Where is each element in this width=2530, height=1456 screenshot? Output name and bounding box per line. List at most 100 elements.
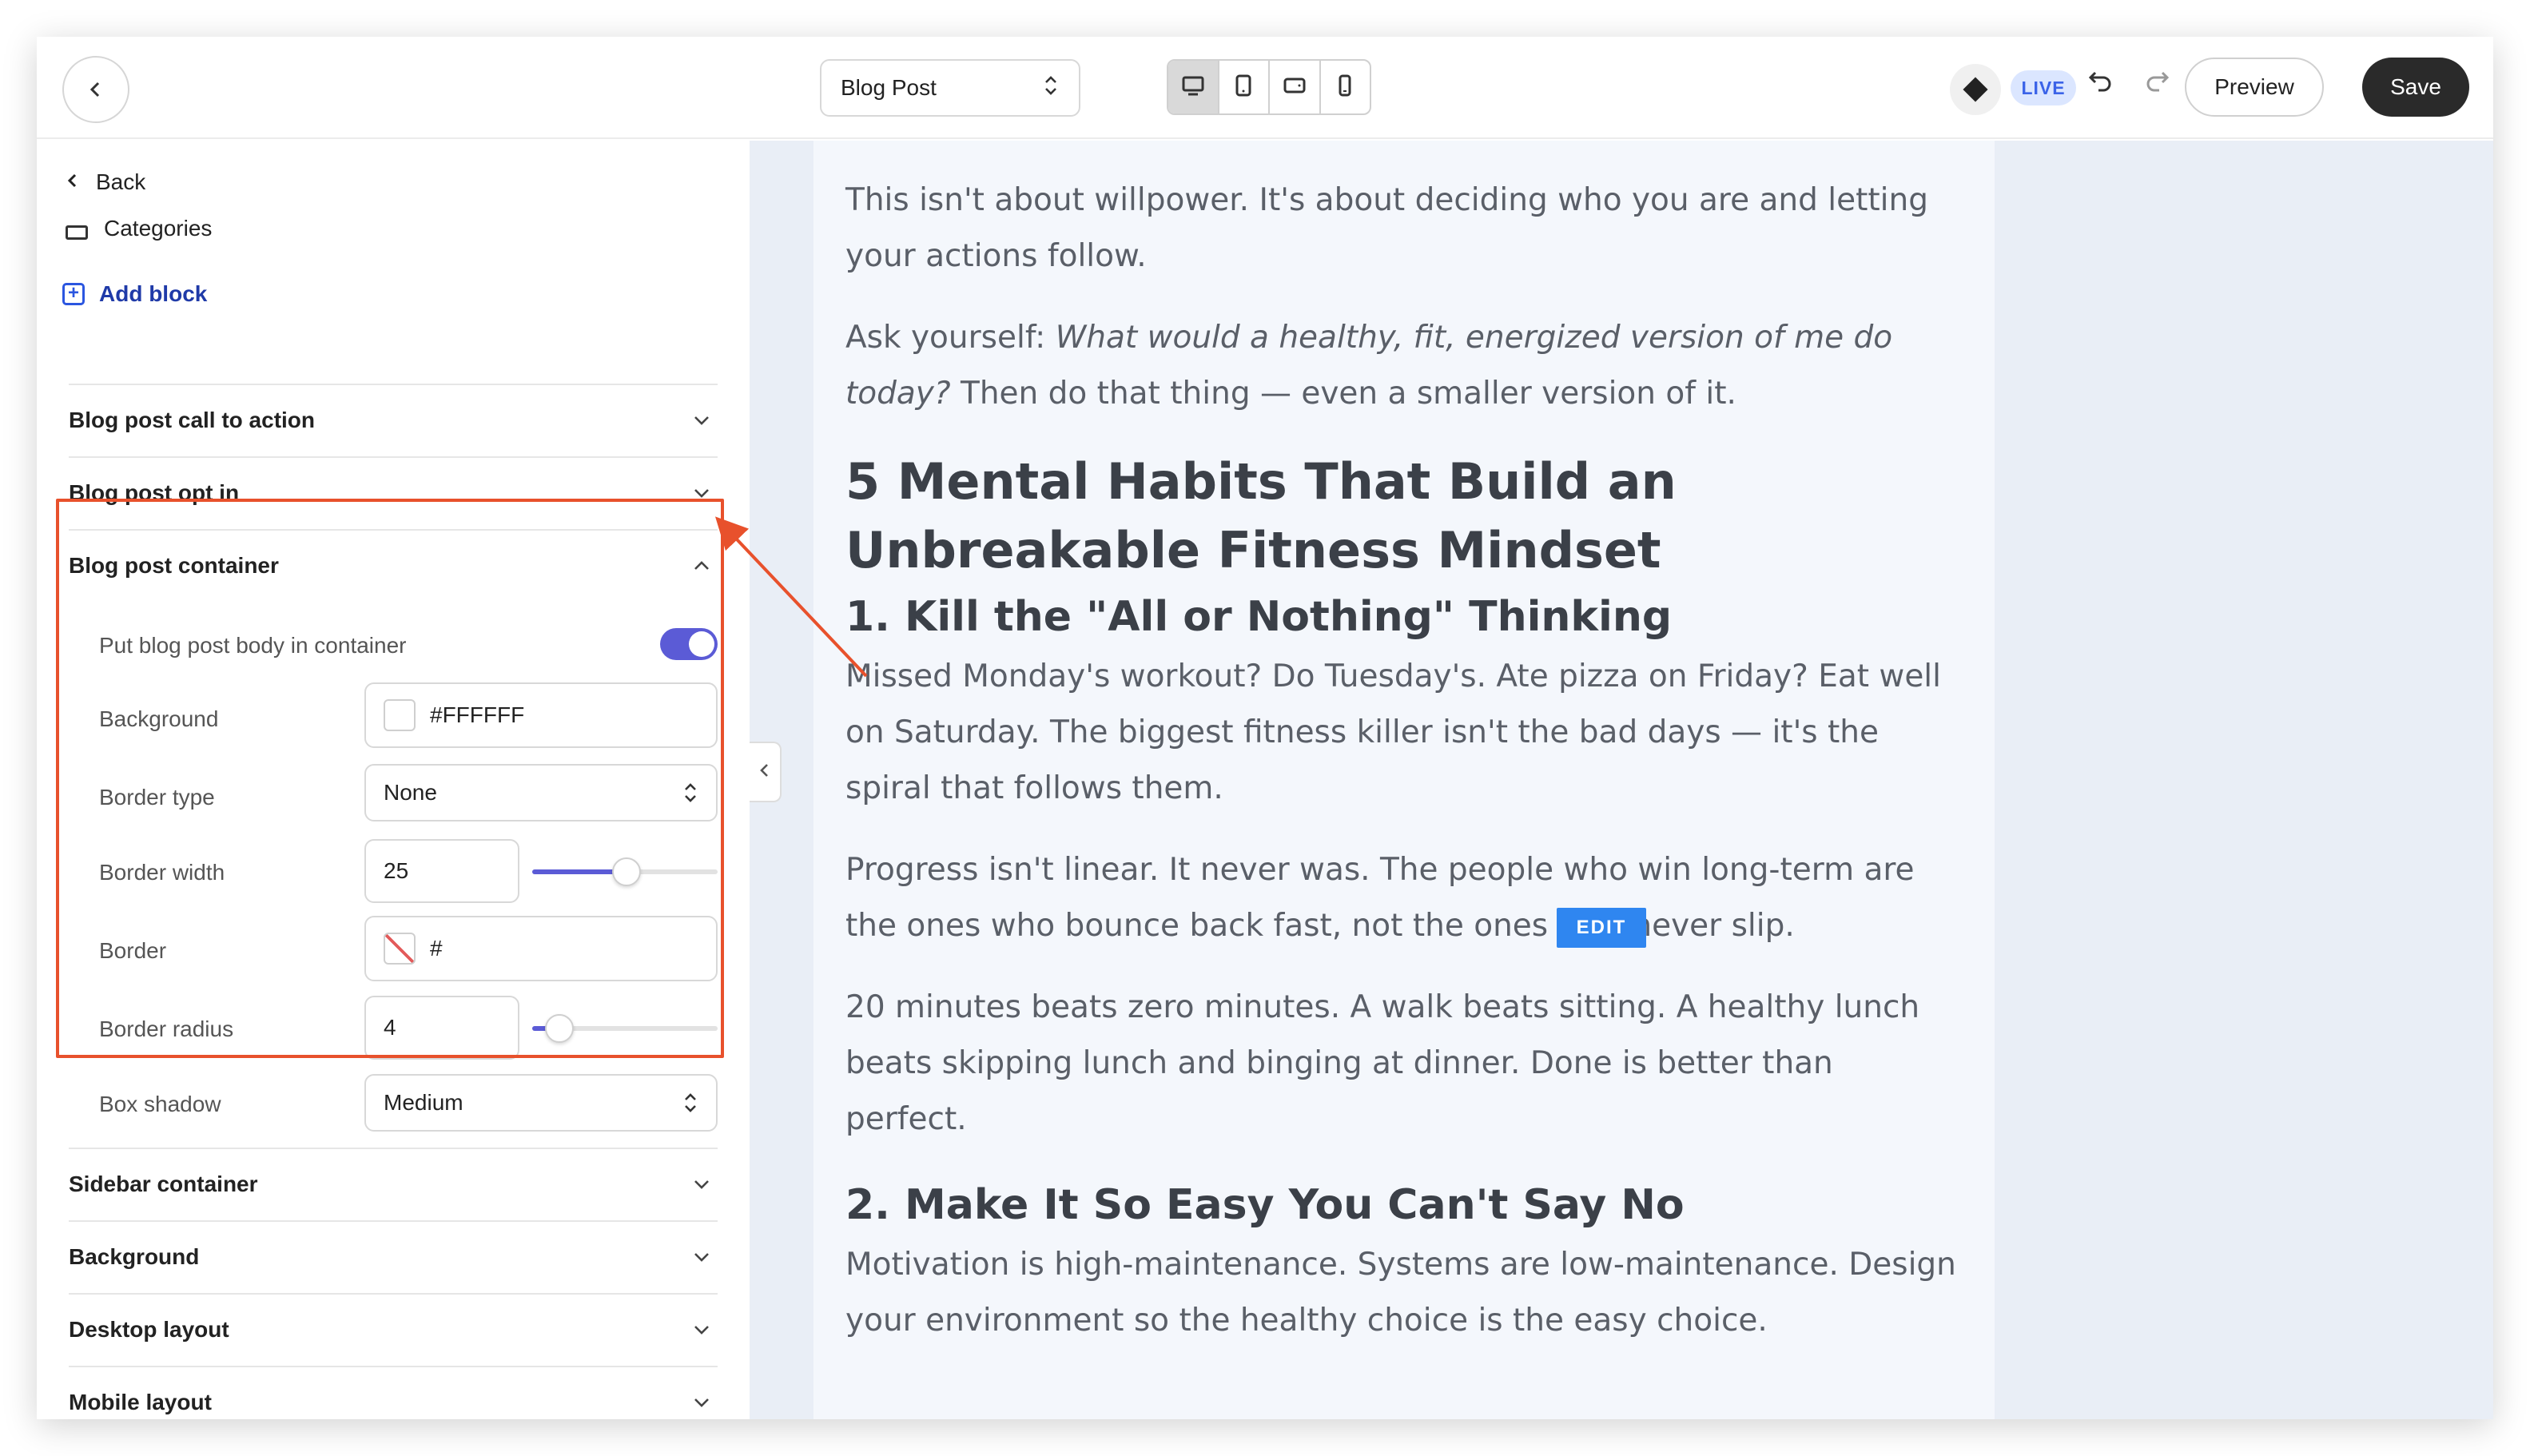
background-color-value: #FFFFFF [430, 702, 525, 727]
box-shadow-value: Medium [384, 1090, 463, 1115]
chevron-left-icon [758, 760, 771, 785]
chevron-left-icon [87, 74, 105, 105]
sidebar-back-link[interactable]: Back [66, 169, 145, 195]
live-badge: LIVE [2011, 70, 2076, 105]
editor-window: Blog Post LIVE Preview Save Back Categor… [37, 37, 2493, 1419]
accordion-label: Desktop layout [69, 1317, 229, 1342]
accordion-background[interactable]: Background [69, 1220, 718, 1292]
mobile-icon [1333, 74, 1357, 101]
background-color-field[interactable]: #FFFFFF [364, 682, 718, 748]
updown-icon [682, 782, 698, 803]
accordion-blog-post-cta[interactable]: Blog post call to action [69, 384, 718, 455]
desktop-view-button[interactable] [1168, 61, 1219, 113]
article-subheading: 2. Make It So Easy You Can't Say No [845, 1181, 1685, 1229]
categories-icon [66, 225, 88, 240]
chevron-down-icon [692, 1178, 711, 1191]
publish-status-button[interactable] [1950, 64, 2001, 115]
container-settings-panel: Put blog post body in container Backgrou… [69, 604, 718, 1148]
border-type-value: None [384, 780, 437, 805]
box-shadow-label: Box shadow [99, 1092, 221, 1116]
border-label: Border [99, 938, 167, 963]
chevron-down-icon [692, 487, 711, 499]
edit-badge[interactable]: EDIT [1557, 908, 1646, 948]
color-swatch[interactable] [384, 699, 416, 731]
article-paragraph: Ask yourself: What would a healthy, fit,… [845, 310, 1963, 422]
slider-fill [532, 869, 625, 874]
chevron-down-icon [692, 414, 711, 427]
collapse-sidebar-button[interactable] [750, 742, 782, 802]
plus-square-icon: + [62, 283, 85, 305]
border-width-value: 25 [384, 858, 409, 883]
add-block-label: Add block [99, 281, 208, 306]
tablet-landscape-icon [1283, 74, 1307, 101]
accordion-label: Mobile layout [69, 1390, 212, 1414]
box-shadow-select[interactable]: Medium [364, 1074, 718, 1132]
border-type-select[interactable]: None [364, 764, 718, 821]
settings-sidebar: Back Categories + Add block Blog post ca… [37, 141, 750, 1419]
page-canvas: This isn't about willpower. It's about d… [750, 141, 2493, 1419]
desktop-icon [1181, 74, 1205, 101]
border-radius-input[interactable]: 4 [364, 996, 519, 1060]
toggle-knob [689, 631, 714, 657]
slider-thumb[interactable] [612, 857, 641, 886]
save-button[interactable]: Save [2362, 58, 2469, 117]
border-width-input[interactable]: 25 [364, 839, 519, 903]
slider-thumb[interactable] [545, 1014, 574, 1043]
toggle-label: Put blog post body in container [99, 633, 407, 658]
article-subheading: 1. Kill the "All or Nothing" Thinking [845, 593, 1673, 641]
tablet-portrait-view-button[interactable] [1219, 61, 1270, 113]
page-select-value: Blog Post [841, 75, 937, 100]
accordion-label: Sidebar container [69, 1172, 258, 1196]
article-paragraph: 20 minutes beats zero minutes. A walk be… [845, 989, 1920, 1137]
accordion-desktop-layout[interactable]: Desktop layout [69, 1293, 718, 1365]
chevron-down-icon [692, 1396, 711, 1409]
accordion-blog-post-container[interactable]: Blog post container [69, 529, 718, 601]
accordion-label: Blog post container [69, 553, 279, 578]
sidebar-item-categories-label: Categories [104, 216, 213, 241]
accordion-sidebar-container[interactable]: Sidebar container [69, 1148, 718, 1219]
undo-icon [2087, 66, 2114, 101]
preview-button[interactable]: Preview [2185, 58, 2324, 117]
accordion-mobile-layout[interactable]: Mobile layout [69, 1366, 718, 1419]
chevron-up-icon [692, 559, 711, 572]
updown-icon [682, 1092, 698, 1113]
no-color-swatch[interactable] [384, 933, 416, 965]
mobile-view-button[interactable] [1321, 61, 1370, 113]
border-width-slider[interactable] [532, 857, 718, 886]
top-bar: Blog Post LIVE Preview Save [37, 37, 2493, 139]
border-width-label: Border width [99, 860, 225, 885]
tablet-portrait-icon [1231, 74, 1255, 101]
article-paragraph: Motivation is high-maintenance. Systems … [845, 1247, 1956, 1339]
add-block-button[interactable]: + Add block [62, 281, 207, 307]
border-radius-slider[interactable] [532, 1014, 718, 1043]
updown-icon [1042, 74, 1060, 102]
sidebar-item-categories[interactable]: Categories [66, 213, 212, 241]
diamond-icon [1963, 77, 1988, 102]
tablet-landscape-view-button[interactable] [1270, 61, 1321, 113]
paragraph-text: Ask yourself: [845, 320, 1056, 356]
article-paragraph: This isn't about willpower. It's about d… [845, 182, 1928, 274]
accordion-label: Background [69, 1244, 200, 1269]
undo-button[interactable] [2087, 66, 2114, 101]
device-switcher [1167, 59, 1371, 115]
accordion-blog-post-opt-in[interactable]: Blog post opt in [69, 456, 718, 528]
chevron-down-icon [692, 1323, 711, 1336]
sidebar-back-label: Back [96, 169, 146, 194]
blog-post-body: This isn't about willpower. It's about d… [813, 141, 1995, 1419]
border-radius-label: Border radius [99, 1016, 234, 1041]
page-select[interactable]: Blog Post [820, 59, 1080, 117]
border-color-value: # [430, 936, 443, 961]
border-type-label: Border type [99, 785, 215, 810]
border-radius-value: 4 [384, 1015, 396, 1040]
container-toggle[interactable] [660, 628, 718, 660]
accordion-label: Blog post call to action [69, 408, 316, 432]
border-color-field[interactable]: # [364, 916, 718, 981]
chevron-down-icon [692, 1251, 711, 1263]
redo-icon [2143, 66, 2170, 101]
article-paragraph: Progress isn't linear. It never was. The… [845, 852, 1915, 944]
accordion-label: Blog post opt in [69, 480, 240, 505]
back-circle-button[interactable] [62, 56, 129, 123]
redo-button[interactable] [2143, 66, 2170, 101]
chevron-left-icon [66, 169, 80, 195]
article-heading: 5 Mental Habits That Build an Unbreakabl… [845, 452, 1677, 579]
